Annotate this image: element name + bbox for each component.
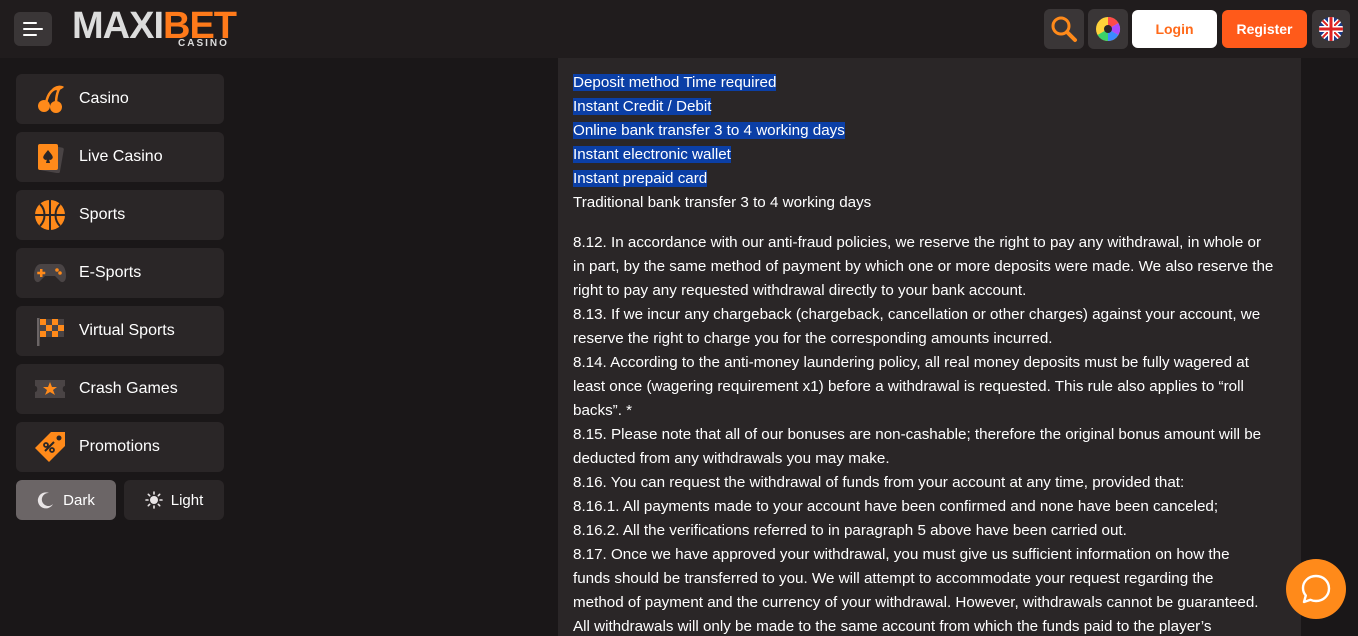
sidebar-item-e-sports[interactable]: E-Sports bbox=[16, 248, 224, 298]
gamepad-icon bbox=[32, 255, 68, 291]
highlighted-line: Instant Credit / Debit bbox=[573, 95, 1291, 119]
sidebar-item-label: Promotions bbox=[79, 438, 160, 455]
login-button[interactable]: Login bbox=[1132, 10, 1217, 48]
sidebar-item-label: Live Casino bbox=[79, 148, 163, 165]
text-line: All withdrawals will only be made to the… bbox=[573, 618, 1212, 635]
highlighted-line: Instant electronic wallet bbox=[573, 143, 1291, 167]
live-chat-button[interactable] bbox=[1286, 559, 1346, 619]
top-bar: MAXIBET CASINO Login Register bbox=[0, 0, 1358, 58]
terms-content: Deposit method Time required Instant Cre… bbox=[558, 58, 1301, 636]
sun-icon bbox=[144, 491, 163, 509]
text-line: funds should be transferred to you. We w… bbox=[573, 570, 1214, 587]
sidebar-item-label: E-Sports bbox=[79, 264, 142, 281]
sidebar-item-sports[interactable]: Sports bbox=[16, 190, 224, 240]
terms-text: Deposit method Time required Instant Cre… bbox=[573, 71, 1291, 636]
sidebar-item-label: Casino bbox=[79, 90, 129, 107]
wheel-button[interactable] bbox=[1088, 9, 1128, 49]
text-line: deducted from any withdrawals you may ma… bbox=[573, 450, 890, 467]
sidebar-item-casino[interactable]: Casino bbox=[16, 74, 224, 124]
terms-paragraph: 8.12. In accordance with our anti-fraud … bbox=[573, 231, 1291, 636]
color-wheel-icon bbox=[1096, 16, 1121, 41]
search-icon bbox=[1051, 16, 1077, 42]
highlighted-line: Online bank transfer 3 to 4 working days bbox=[573, 119, 1291, 143]
selected-text: Online bank transfer 3 to 4 working days bbox=[573, 122, 845, 139]
hamburger-line bbox=[23, 28, 43, 30]
text-line: 8.15. Please note that all of our bonuse… bbox=[573, 426, 1262, 443]
text-line: 8.14. According to the anti-money launde… bbox=[573, 354, 1249, 371]
hamburger-line bbox=[23, 34, 37, 36]
sidebar-item-label: Virtual Sports bbox=[79, 322, 175, 339]
sidebar-item-virtual-sports[interactable]: Virtual Sports bbox=[16, 306, 224, 356]
text-line: 8.12. In accordance with our anti-fraud … bbox=[573, 234, 1262, 251]
logo[interactable]: MAXIBET CASINO bbox=[72, 6, 242, 50]
language-selector[interactable] bbox=[1312, 10, 1350, 48]
search-button[interactable] bbox=[1044, 9, 1084, 49]
logo-maxi: MAXI bbox=[72, 5, 164, 47]
selected-text: Instant electronic wallet bbox=[573, 146, 731, 163]
text-line: least once (wagering requirement x1) bef… bbox=[573, 378, 1244, 395]
text-line: Traditional bank transfer 3 to 4 working… bbox=[573, 194, 872, 211]
text-line: reserve the right to charge you for the … bbox=[573, 330, 1053, 347]
theme-dark-button[interactable]: Dark bbox=[16, 480, 116, 520]
logo-subtitle: CASINO bbox=[178, 38, 229, 49]
text-line: 8.16.1. All payments made to your accoun… bbox=[573, 498, 1219, 515]
theme-light-button[interactable]: Light bbox=[124, 480, 224, 520]
hamburger-line bbox=[23, 22, 37, 24]
text-line: method of payment and the currency of yo… bbox=[573, 594, 1259, 611]
sidebar-item-crash-games[interactable]: Crash Games bbox=[16, 364, 224, 414]
text-line: 8.16.2. All the verifications referred t… bbox=[573, 522, 1127, 539]
sidebar-item-promotions[interactable]: Promotions bbox=[16, 422, 224, 472]
text-line: right to pay any requested withdrawal di… bbox=[573, 282, 1027, 299]
selected-text: Instant Credit / Debit bbox=[573, 98, 712, 115]
selected-text: Instant prepaid card bbox=[573, 170, 708, 187]
text-line: 8.17. Once we have approved your withdra… bbox=[573, 546, 1230, 563]
basketball-icon bbox=[32, 197, 68, 233]
highlighted-line: Instant prepaid card bbox=[573, 167, 1291, 191]
chat-bubble-icon bbox=[1301, 574, 1331, 604]
moon-icon bbox=[38, 492, 54, 509]
selected-text: Deposit method Time required bbox=[573, 74, 777, 91]
text-line: 8.13. If we incur any chargeback (charge… bbox=[573, 306, 1261, 323]
sidebar-item-label: Crash Games bbox=[79, 380, 178, 397]
text-line: 8.16. You can request the withdrawal of … bbox=[573, 474, 1185, 491]
sidebar-item-live-casino[interactable]: Live Casino bbox=[16, 132, 224, 182]
cherries-icon bbox=[32, 81, 68, 117]
menu-button[interactable] bbox=[14, 12, 52, 46]
price-tag-icon bbox=[32, 429, 68, 465]
ticket-icon bbox=[32, 371, 68, 407]
uk-flag-icon bbox=[1319, 17, 1343, 41]
sidebar-item-label: Sports bbox=[79, 206, 126, 223]
theme-dark-label: Dark bbox=[63, 491, 95, 509]
checkered-flag-icon bbox=[32, 313, 68, 349]
playing-card-icon bbox=[32, 139, 68, 175]
theme-light-label: Light bbox=[170, 491, 204, 509]
highlighted-line: Deposit method Time required bbox=[573, 71, 1291, 95]
sidebar: Casino Live Casino Sports E-Sports Virtu… bbox=[0, 58, 240, 636]
register-button[interactable]: Register bbox=[1222, 10, 1307, 48]
text-line: backs”. * bbox=[573, 402, 633, 419]
text-line: in part, by the same method of payment b… bbox=[573, 258, 1274, 275]
